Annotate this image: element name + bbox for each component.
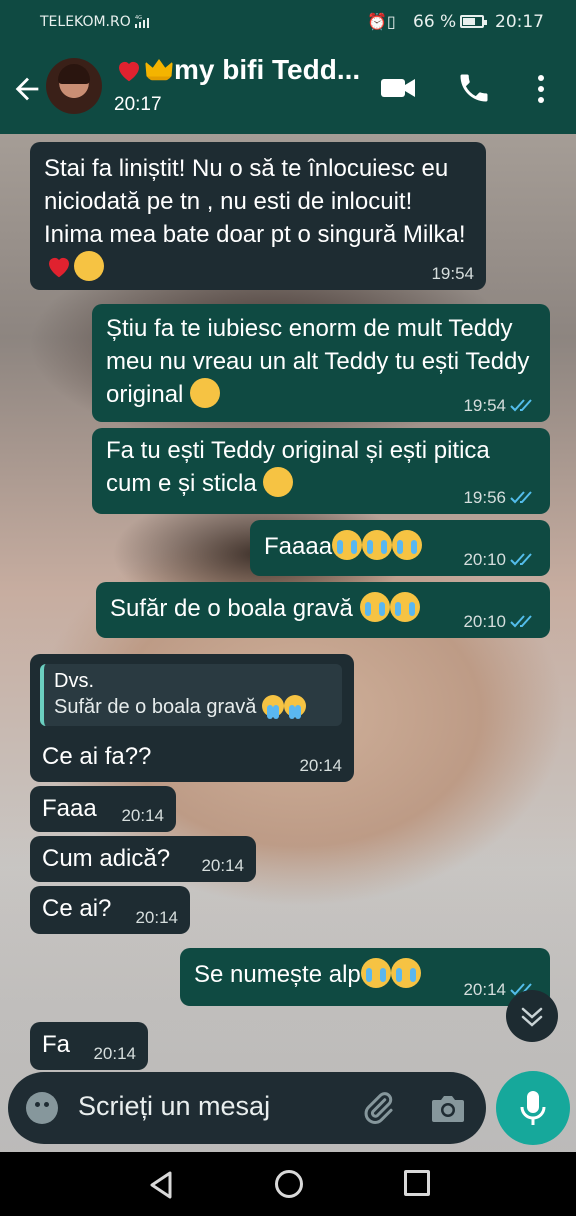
message-incoming[interactable]: Stai fa liniștit! Nu o să te înlocuiesc … — [30, 142, 486, 290]
message-incoming[interactable]: Fa 20:14 — [30, 1022, 148, 1070]
message-time: 20:10 — [463, 612, 506, 631]
message-time: 19:56 — [463, 488, 506, 507]
message-time: 20:14 — [121, 806, 164, 825]
chat-area[interactable]: Stai fa liniștit! Nu o să te înlocuiesc … — [0, 134, 576, 1152]
status-time: 20:17 — [495, 12, 544, 32]
message-meta: 20:10 — [463, 612, 538, 632]
message-meta: 19:54 — [463, 396, 538, 416]
more-vert-icon[interactable] — [530, 72, 552, 106]
message-incoming[interactable]: Dvs. Sufăr de o boala gravă Ce ai fa?? 2… — [30, 654, 354, 782]
loudly-crying-face-emoji — [392, 530, 423, 560]
chat-header: my bifi Tedd... 20:17 — [0, 44, 576, 134]
message-incoming[interactable]: Cum adică? 20:14 — [30, 836, 256, 882]
message-text: Faaaa — [264, 533, 333, 560]
message-text: Ce ai fa?? — [42, 743, 152, 770]
last-seen: 20:17 — [114, 94, 162, 115]
back-arrow-icon[interactable] — [10, 72, 44, 106]
message-time: 20:10 — [463, 550, 506, 569]
read-ticks-icon — [510, 491, 532, 504]
quoted-text: Sufăr de o boala gravă — [54, 696, 257, 718]
quoted-author: Dvs. — [54, 670, 94, 692]
read-ticks-icon — [510, 553, 532, 566]
message-meta: 20:10 — [463, 550, 538, 570]
pleading-face-emoji — [190, 378, 221, 408]
message-outgoing[interactable]: Faaaa 20:10 — [250, 520, 550, 576]
nav-home-icon[interactable] — [275, 1170, 303, 1198]
emoji-icon[interactable] — [26, 1092, 58, 1124]
message-time: 20:14 — [201, 856, 244, 875]
battery-icon — [460, 15, 487, 28]
message-text: Se numește alp — [194, 961, 361, 988]
nav-recent-icon[interactable] — [404, 1170, 430, 1196]
message-incoming[interactable]: Faaa 20:14 — [30, 786, 176, 832]
message-meta: 19:56 — [463, 488, 538, 508]
scroll-down-button[interactable] — [506, 990, 558, 1042]
message-outgoing[interactable]: Sufăr de o boala gravă 20:10 — [96, 582, 550, 638]
svg-text:4G: 4G — [135, 15, 142, 21]
signal-icon: 4G — [135, 15, 149, 28]
contact-name[interactable]: my bifi Tedd... — [114, 54, 364, 86]
message-composer: Scrieți un mesaj — [8, 1072, 486, 1144]
message-outgoing[interactable]: Fa tu ești Teddy original și ești pitica… — [92, 428, 550, 514]
alarm-vibrate-icons: ⏰▯ — [367, 12, 396, 31]
message-text: Știu fa te iubiesc enorm de mult Teddy m… — [106, 315, 530, 408]
status-bar: TELEKOM.RO 4G ⏰▯ 66 % 20:17 — [0, 0, 576, 44]
message-input[interactable]: Scrieți un mesaj — [78, 1091, 270, 1122]
message-outgoing[interactable]: Știu fa te iubiesc enorm de mult Teddy m… — [92, 304, 550, 422]
message-time: 19:54 — [431, 264, 474, 283]
message-outgoing[interactable]: Se numește alp 20:14 — [180, 948, 550, 1006]
message-time: 20:14 — [93, 1044, 136, 1063]
message-incoming[interactable]: Ce ai? 20:14 — [30, 886, 190, 934]
scroll-down-icon — [521, 1007, 543, 1027]
laughing-face-emoji — [263, 467, 294, 497]
message-time: 20:14 — [463, 980, 506, 999]
heart-icon — [119, 61, 139, 82]
nav-back-icon[interactable] — [146, 1170, 176, 1200]
attach-icon[interactable] — [360, 1090, 396, 1126]
loudly-crying-face-emoji — [362, 530, 393, 560]
loudly-crying-face-emoji — [283, 695, 306, 719]
phone-icon[interactable] — [456, 70, 492, 106]
carrier-label: TELEKOM.RO — [40, 14, 131, 30]
avatar[interactable] — [46, 58, 102, 114]
quoted-message[interactable]: Dvs. Sufăr de o boala gravă — [40, 664, 342, 726]
loudly-crying-face-emoji — [360, 958, 391, 988]
read-ticks-icon — [510, 615, 532, 628]
battery-percent: 66 % — [413, 12, 457, 32]
message-time: 20:14 — [299, 756, 342, 775]
loudly-crying-face-emoji — [390, 958, 421, 988]
message-time: 19:54 — [463, 396, 506, 415]
video-call-icon[interactable] — [380, 74, 416, 102]
contact-name-text: my bifi Tedd... — [174, 54, 361, 85]
system-nav-bar — [0, 1152, 576, 1216]
message-text: Sufăr de o boala gravă — [110, 595, 353, 622]
loudly-crying-face-emoji — [261, 695, 284, 719]
camera-icon[interactable] — [430, 1092, 466, 1124]
message-time: 20:14 — [135, 908, 178, 927]
loudly-crying-face-emoji — [389, 592, 420, 622]
mic-button[interactable] — [496, 1071, 570, 1145]
red-heart-emoji — [49, 257, 69, 278]
read-ticks-icon — [510, 399, 532, 412]
loudly-crying-face-emoji — [332, 530, 363, 560]
smiling-face-with-hearts-emoji — [74, 251, 104, 281]
message-text: Stai fa liniștit! Nu o să te înlocuiesc … — [44, 155, 466, 248]
crown-icon — [145, 59, 173, 81]
message-text: Fa tu ești Teddy original și ești pitica… — [106, 437, 490, 497]
loudly-crying-face-emoji — [359, 592, 390, 622]
mic-icon — [520, 1091, 546, 1125]
